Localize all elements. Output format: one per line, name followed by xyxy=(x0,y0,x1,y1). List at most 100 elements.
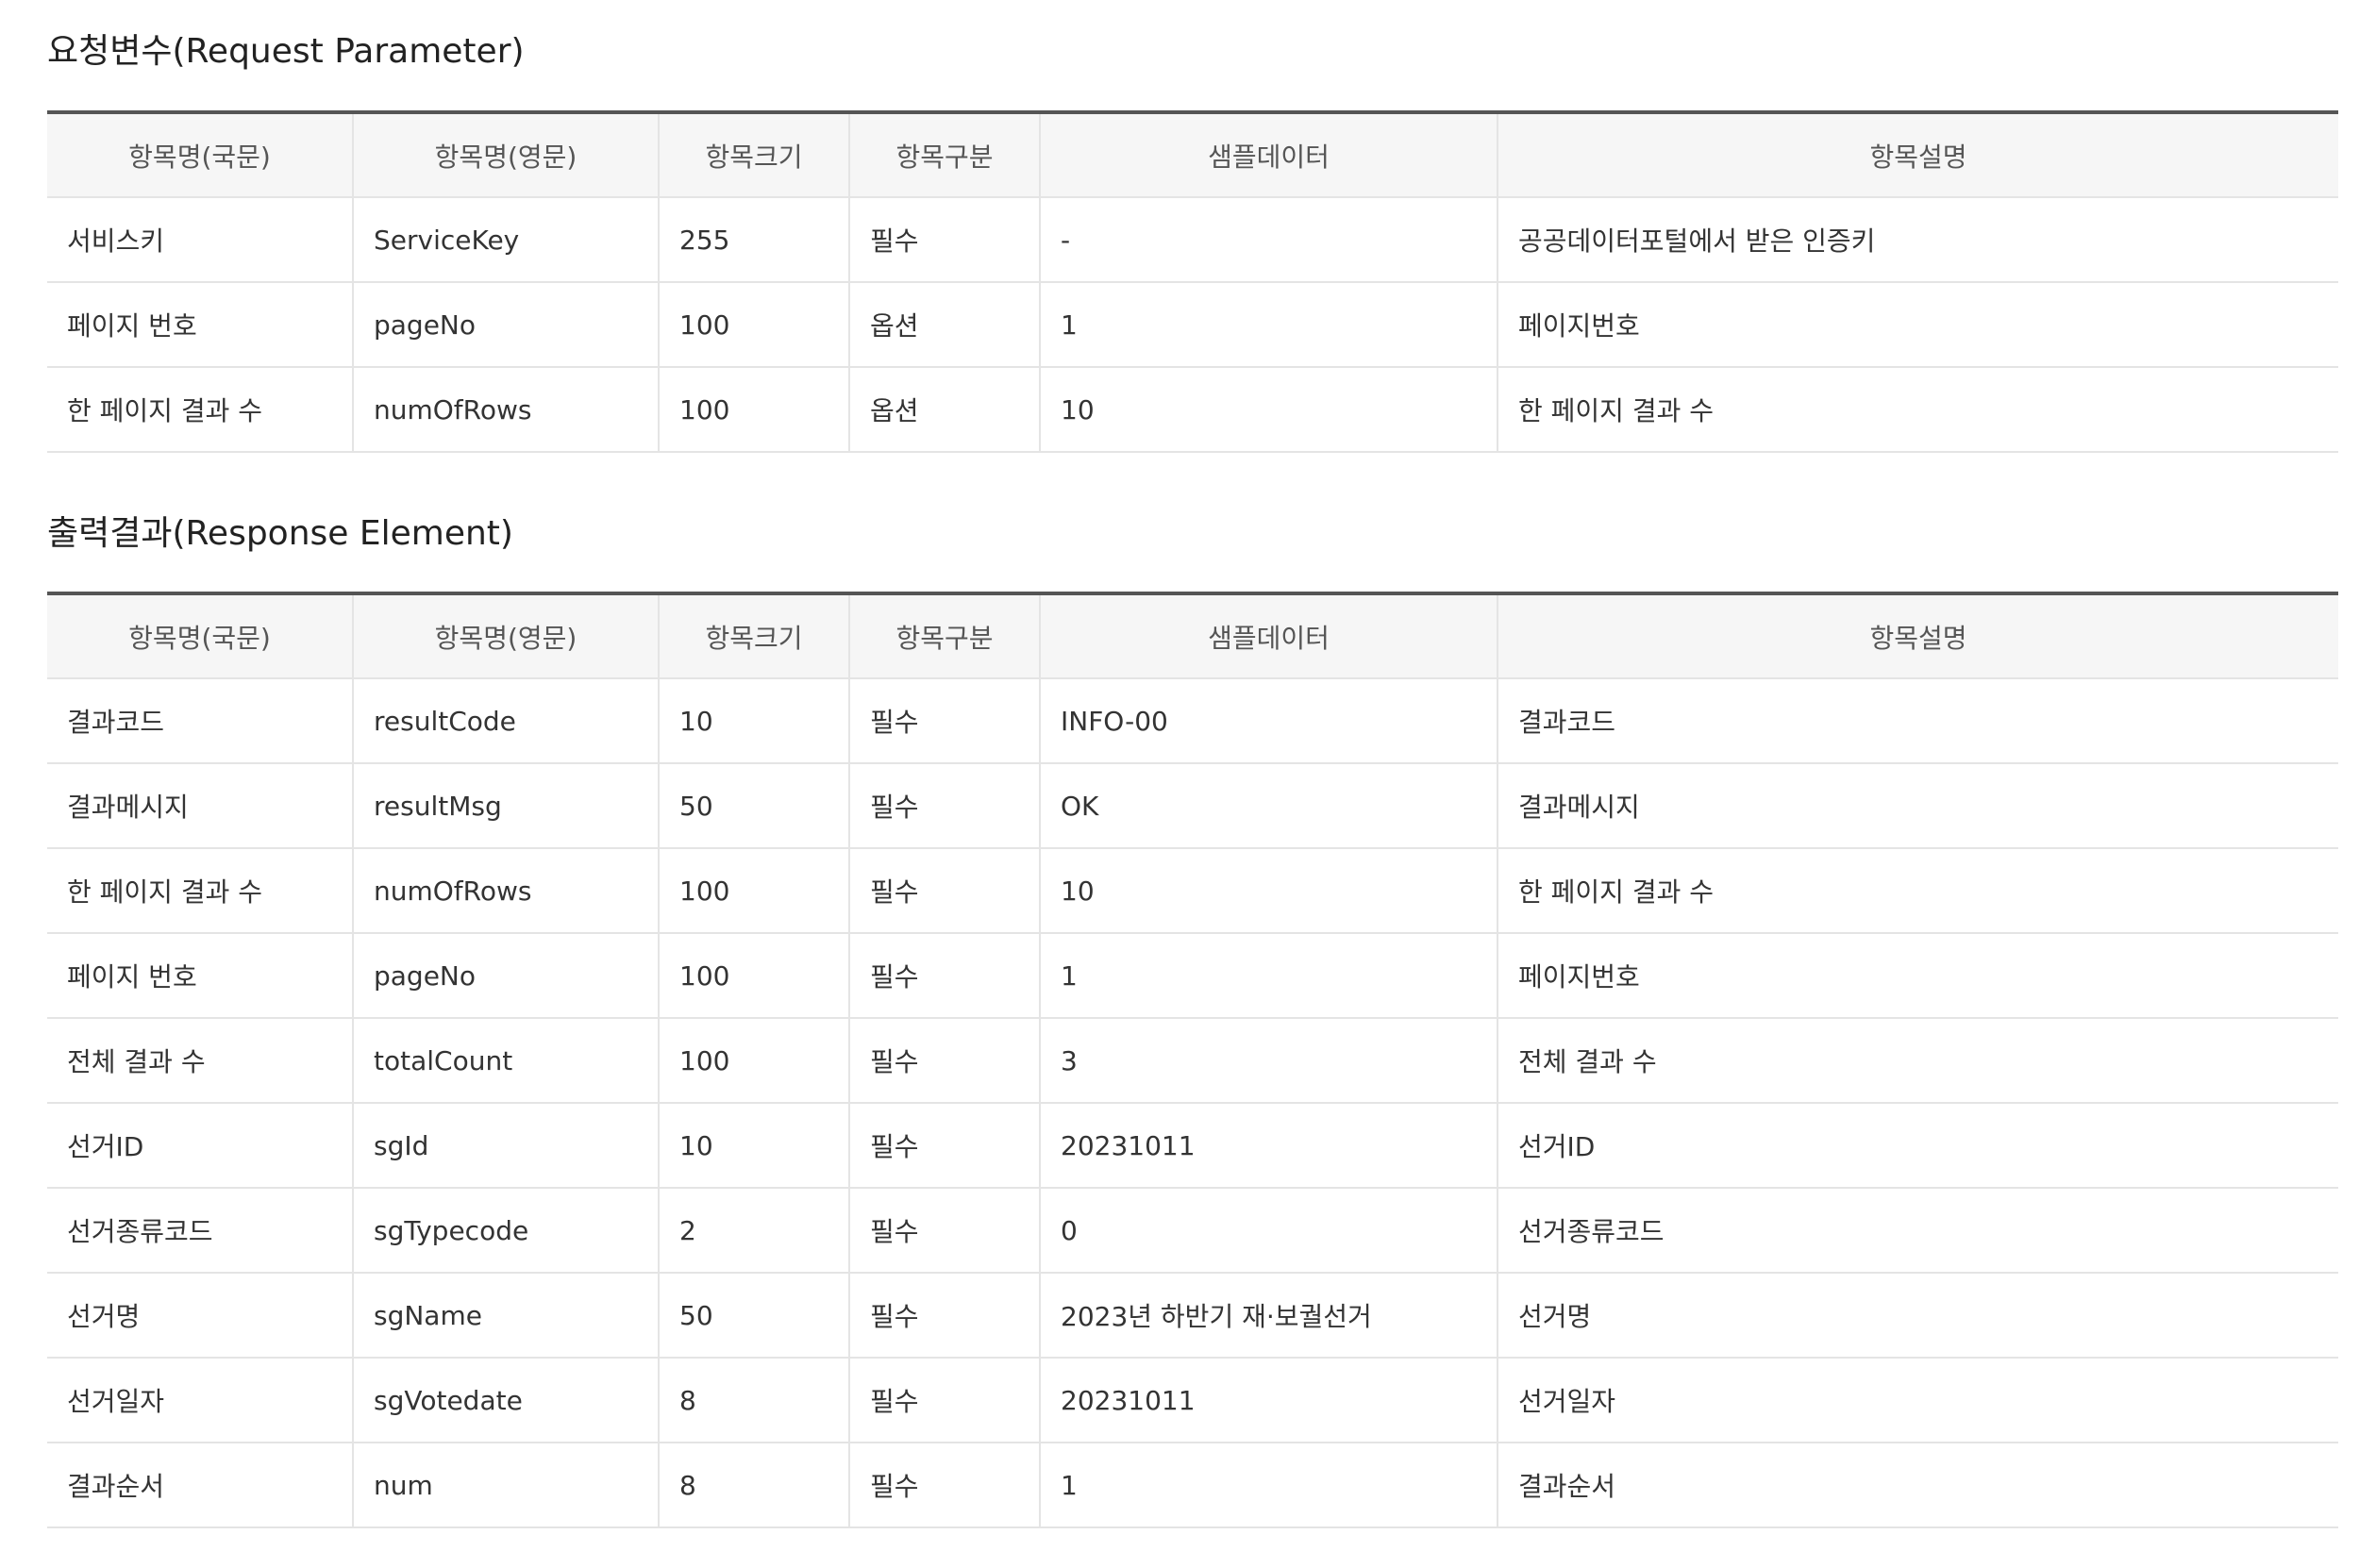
column-header: 항목크기 xyxy=(659,112,850,198)
table-row: 페이지 번호 pageNo 100 필수 1 페이지번호 xyxy=(47,933,2338,1019)
table-cell: 전체 결과 수 xyxy=(1498,1018,2338,1104)
table-cell: 필수 xyxy=(849,197,1041,283)
table-cell: sgTypecode xyxy=(353,1188,660,1274)
column-header: 샘플데이터 xyxy=(1040,112,1498,198)
table-cell: 10 xyxy=(659,1103,850,1189)
response-section-title: 출력결과(Response Element) xyxy=(47,514,513,553)
table-cell: 100 xyxy=(659,848,850,934)
table-row: 선거일자 sgVotedate 8 필수 20231011 선거일자 xyxy=(47,1358,2338,1443)
table-cell: INFO-00 xyxy=(1040,678,1498,764)
table-cell: 8 xyxy=(659,1358,850,1443)
table-cell: 한 페이지 결과 수 xyxy=(1498,848,2338,934)
table-cell: resultMsg xyxy=(353,763,660,849)
column-header: 샘플데이터 xyxy=(1040,593,1498,679)
table-cell: 10 xyxy=(659,678,850,764)
table-cell: 필수 xyxy=(849,763,1041,849)
table-row: 한 페이지 결과 수 numOfRows 100 필수 10 한 페이지 결과 … xyxy=(47,848,2338,934)
table-header-row: 항목명(국문) 항목명(영문) 항목크기 항목구분 샘플데이터 항목설명 xyxy=(47,593,2338,679)
table-cell: 페이지 번호 xyxy=(47,933,354,1019)
table-cell: resultCode xyxy=(353,678,660,764)
table-cell: totalCount xyxy=(353,1018,660,1104)
table-cell: 선거종류코드 xyxy=(47,1188,354,1274)
table-cell: 결과메시지 xyxy=(47,763,354,849)
table-cell: 20231011 xyxy=(1040,1103,1498,1189)
table-cell: 필수 xyxy=(849,1188,1041,1274)
column-header: 항목명(영문) xyxy=(353,593,660,679)
table-cell: num xyxy=(353,1443,660,1528)
table-cell: 선거명 xyxy=(1498,1273,2338,1359)
table-cell: 0 xyxy=(1040,1188,1498,1274)
table-cell: 1 xyxy=(1040,282,1498,368)
table-cell: 페이지번호 xyxy=(1498,282,2338,368)
table-cell: 한 페이지 결과 수 xyxy=(47,848,354,934)
table-cell: 20231011 xyxy=(1040,1358,1498,1443)
table-cell: 1 xyxy=(1040,1443,1498,1528)
table-cell: 100 xyxy=(659,1018,850,1104)
table-row: 결과메시지 resultMsg 50 필수 OK 결과메시지 xyxy=(47,763,2338,849)
table-cell: 결과코드 xyxy=(1498,678,2338,764)
table-cell: 3 xyxy=(1040,1018,1498,1104)
table-row: 선거명 sgName 50 필수 2023년 하반기 재·보궐선거 선거명 xyxy=(47,1273,2338,1359)
table-cell: 2 xyxy=(659,1188,850,1274)
table-cell: 선거명 xyxy=(47,1273,354,1359)
column-header: 항목설명 xyxy=(1498,593,2338,679)
table-cell: 결과순서 xyxy=(1498,1443,2338,1528)
table-cell: 필수 xyxy=(849,1443,1041,1528)
column-header: 항목설명 xyxy=(1498,112,2338,198)
column-header: 항목명(국문) xyxy=(47,112,354,198)
table-cell: 100 xyxy=(659,933,850,1019)
table-cell: pageNo xyxy=(353,933,660,1019)
table-header-row: 항목명(국문) 항목명(영문) 항목크기 항목구분 샘플데이터 항목설명 xyxy=(47,112,2338,198)
table-cell: - xyxy=(1040,197,1498,283)
table-cell: 옵션 xyxy=(849,282,1041,368)
table-cell: 255 xyxy=(659,197,850,283)
table-cell: 2023년 하반기 재·보궐선거 xyxy=(1040,1273,1498,1359)
table-cell: sgId xyxy=(353,1103,660,1189)
table-cell: 선거일자 xyxy=(1498,1358,2338,1443)
table-cell: 한 페이지 결과 수 xyxy=(47,367,354,453)
table-cell: 필수 xyxy=(849,1018,1041,1104)
table-cell: 공공데이터포털에서 받은 인증키 xyxy=(1498,197,2338,283)
table-row: 한 페이지 결과 수 numOfRows 100 옵션 10 한 페이지 결과 … xyxy=(47,367,2338,453)
table-row: 결과순서 num 8 필수 1 결과순서 xyxy=(47,1443,2338,1528)
table-cell: 옵션 xyxy=(849,367,1041,453)
table-cell: 필수 xyxy=(849,848,1041,934)
table-row: 전체 결과 수 totalCount 100 필수 3 전체 결과 수 xyxy=(47,1018,2338,1104)
table-row: 선거ID sgId 10 필수 20231011 선거ID xyxy=(47,1103,2338,1189)
table-cell: 100 xyxy=(659,282,850,368)
table-row: 결과코드 resultCode 10 필수 INFO-00 결과코드 xyxy=(47,678,2338,764)
table-cell: 선거ID xyxy=(47,1103,354,1189)
column-header: 항목명(국문) xyxy=(47,593,354,679)
table-cell: 선거일자 xyxy=(47,1358,354,1443)
table-cell: 100 xyxy=(659,367,850,453)
table-cell: sgName xyxy=(353,1273,660,1359)
table-cell: 50 xyxy=(659,763,850,849)
table-cell: 선거종류코드 xyxy=(1498,1188,2338,1274)
table-cell: 10 xyxy=(1040,367,1498,453)
table-row: 페이지 번호 pageNo 100 옵션 1 페이지번호 xyxy=(47,282,2338,368)
column-header: 항목구분 xyxy=(849,593,1041,679)
table-cell: 50 xyxy=(659,1273,850,1359)
table-cell: 1 xyxy=(1040,933,1498,1019)
table-cell: numOfRows xyxy=(353,848,660,934)
table-cell: 전체 결과 수 xyxy=(47,1018,354,1104)
table-row: 선거종류코드 sgTypecode 2 필수 0 선거종류코드 xyxy=(47,1188,2338,1274)
table-cell: 결과메시지 xyxy=(1498,763,2338,849)
table-cell: 한 페이지 결과 수 xyxy=(1498,367,2338,453)
table-cell: 필수 xyxy=(849,1358,1041,1443)
table-cell: pageNo xyxy=(353,282,660,368)
response-element-table: 항목명(국문) 항목명(영문) 항목크기 항목구분 샘플데이터 항목설명 결과코… xyxy=(47,592,2338,1528)
api-spec-page: 요청변수(Request Parameter) 항목명(국문) 항목명(영문) … xyxy=(0,0,2376,1568)
table-cell: 필수 xyxy=(849,1273,1041,1359)
table-cell: OK xyxy=(1040,763,1498,849)
table-cell: 필수 xyxy=(849,933,1041,1019)
table-row: 서비스키 ServiceKey 255 필수 - 공공데이터포털에서 받은 인증… xyxy=(47,197,2338,283)
table-cell: 필수 xyxy=(849,678,1041,764)
table-cell: sgVotedate xyxy=(353,1358,660,1443)
table-cell: ServiceKey xyxy=(353,197,660,283)
table-cell: 서비스키 xyxy=(47,197,354,283)
table-cell: 페이지 번호 xyxy=(47,282,354,368)
table-cell: 선거ID xyxy=(1498,1103,2338,1189)
table-cell: 결과순서 xyxy=(47,1443,354,1528)
table-cell: numOfRows xyxy=(353,367,660,453)
